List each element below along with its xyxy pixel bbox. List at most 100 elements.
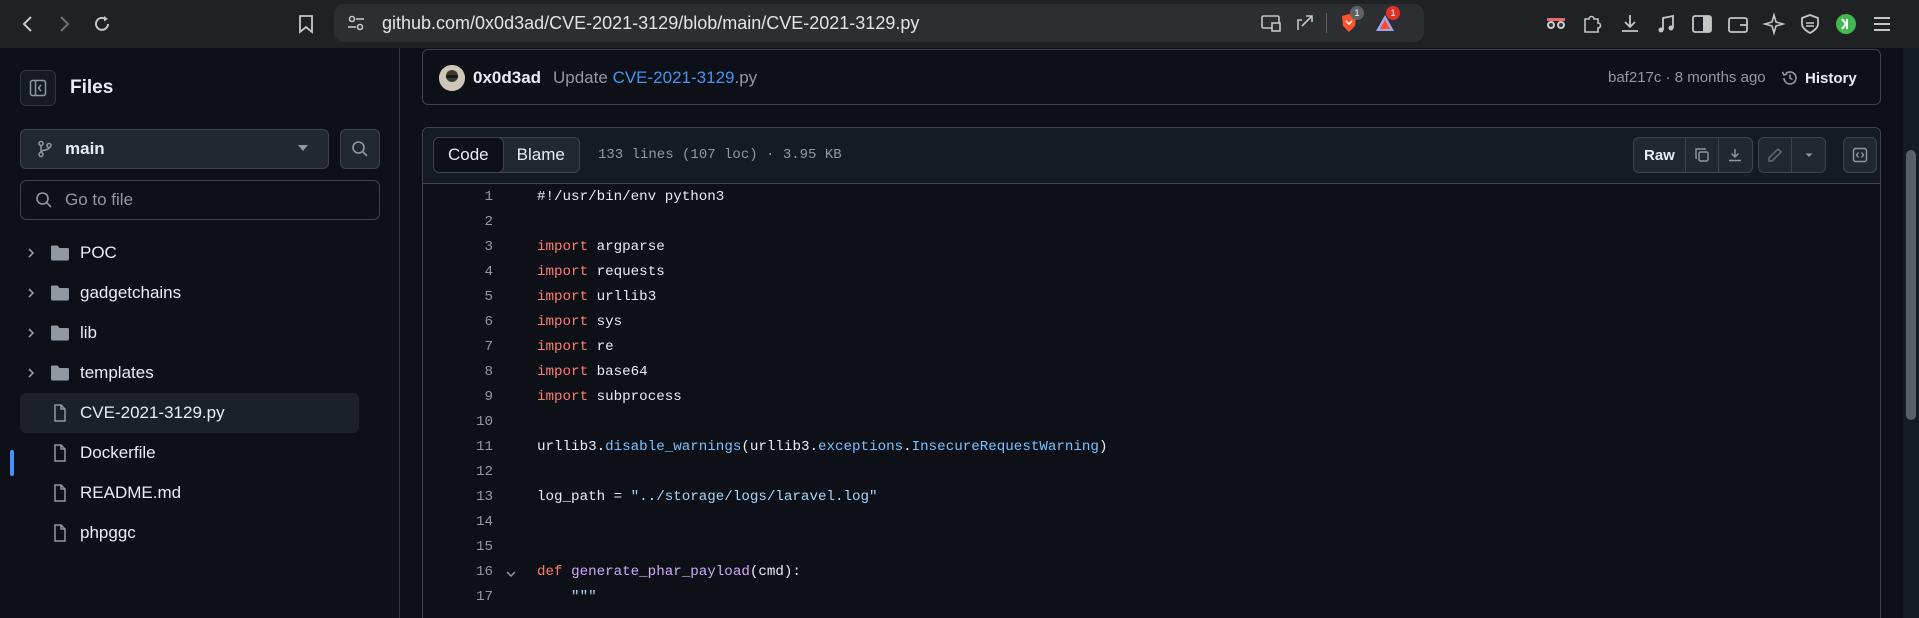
chevron-right-icon[interactable] [24,326,38,340]
files-header: Files [20,70,113,106]
forward-icon[interactable] [50,10,78,38]
file-icon [54,524,66,542]
code-line: 13 log_path = "../storage/logs/laravel.lo… [423,485,1880,510]
branch-selector[interactable]: main [20,129,329,169]
line-number[interactable]: 3 [423,235,493,260]
tree-item-lib[interactable]: lib [0,313,399,353]
code-text: #!/usr/bin/env python3 [537,189,725,205]
sidebar-toggle-icon[interactable] [1690,12,1714,36]
line-number[interactable]: 4 [423,260,493,285]
line-number[interactable]: 17 [423,585,493,610]
go-to-file-input[interactable] [65,190,365,210]
module-name: argparse [596,239,665,255]
commit-time: 8 months ago [1674,69,1766,86]
line-number[interactable]: 2 [423,210,493,235]
profile-avatar[interactable] [1834,12,1858,36]
line-number[interactable]: 11 [423,435,493,460]
search-files-button[interactable] [340,129,380,169]
folder-icon [51,365,69,381]
back-icon[interactable] [14,10,42,38]
reload-icon[interactable] [88,10,116,38]
cast-icon[interactable] [1260,12,1282,34]
line-number[interactable]: 5 [423,285,493,310]
tree-item-label: lib [80,323,98,342]
tree-item-templates[interactable]: templates [0,353,399,393]
extensions-puzzle-icon[interactable] [1580,12,1604,36]
code-text: log_path = [537,489,631,505]
edit-file-button[interactable] [1759,138,1792,172]
edit-dropdown-button[interactable] [1792,138,1825,172]
line-number[interactable]: 16 [423,560,493,585]
file-tree-sidebar: Files main POC gadgetchains lib [0,48,400,618]
tree-item-label: Dockerfile [80,443,156,462]
tree-item-poc[interactable]: POC [0,233,399,273]
chevron-right-icon[interactable] [24,366,38,380]
file-header: Code Blame 133 lines (107 loc) · 3.95 KB… [423,128,1880,184]
tree-item-dockerfile[interactable]: Dockerfile [0,433,399,473]
browser-toolbar: github.com/0x0d3ad/CVE-2021-3129/blob/ma… [0,0,1919,48]
extension-glasses-icon[interactable] [1544,12,1568,36]
share-icon[interactable] [1294,12,1316,34]
line-number[interactable]: 9 [423,385,493,410]
keyword: import [537,364,589,380]
leo-ai-icon[interactable] [1762,12,1786,36]
commit-sha[interactable]: baf217c [1608,69,1661,86]
fold-chevron-down-icon[interactable] [505,568,517,580]
tree-item-cve-2021-3129-py[interactable]: CVE-2021-3129.py [20,393,359,433]
commit-message-suffix: .py [734,68,758,87]
tree-item-readme[interactable]: README.md [0,473,399,513]
code-line: 16 def generate_phar_payload(cmd): [423,560,1880,585]
chevron-right-icon[interactable] [24,286,38,300]
line-number[interactable]: 1 [423,185,493,210]
page-scrollbar-thumb[interactable] [1906,150,1916,420]
line-number[interactable]: 6 [423,310,493,335]
collapse-sidebar-button[interactable] [20,70,56,106]
line-number[interactable]: 14 [423,510,493,535]
code-line: 3 import argparse [423,235,1880,260]
url-text[interactable]: github.com/0x0d3ad/CVE-2021-3129/blob/ma… [382,13,919,34]
menu-icon[interactable] [1870,12,1894,36]
line-number[interactable]: 8 [423,360,493,385]
site-settings-icon[interactable] [346,13,366,33]
wallet-icon[interactable] [1726,12,1750,36]
module-name: re [596,339,614,355]
author-avatar[interactable] [439,65,465,91]
line-number[interactable]: 13 [423,485,493,510]
go-to-file-field[interactable] [20,180,380,220]
line-content: import re [537,335,614,360]
music-icon[interactable] [1654,12,1678,36]
raw-button[interactable]: Raw [1634,138,1686,172]
commit-author[interactable]: 0x0d3ad [473,68,541,88]
file-viewer: Code Blame 133 lines (107 loc) · 3.95 KB… [422,127,1881,618]
code-line: 7 import re [423,335,1880,360]
keyword: import [537,239,589,255]
history-button[interactable]: History [1781,64,1857,92]
tree-item-phpggc[interactable]: phpggc [0,513,399,553]
tab-code[interactable]: Code [433,138,504,172]
line-content: log_path = "../storage/logs/laravel.log" [537,485,878,510]
bookmark-icon[interactable] [292,10,320,38]
code-line: 10 [423,410,1880,435]
line-number[interactable]: 12 [423,460,493,485]
rewards-count-badge: 1 [1386,6,1400,20]
address-bar[interactable]: github.com/0x0d3ad/CVE-2021-3129/blob/ma… [334,4,1424,42]
keyword: import [537,389,589,405]
download-icon[interactable] [1618,12,1642,36]
code-line: 11 urllib3.disable_warnings(urllib3.excep… [423,435,1880,460]
triangle-down-icon [1805,153,1812,157]
copy-raw-button[interactable] [1686,138,1719,172]
download-raw-button[interactable] [1719,138,1752,172]
line-number[interactable]: 10 [423,410,493,435]
chevron-right-icon[interactable] [24,246,38,260]
vpn-shield-icon[interactable] [1798,12,1822,36]
symbols-button[interactable] [1843,137,1877,173]
code-line: 12 [423,460,1880,485]
tree-item-gadgetchains[interactable]: gadgetchains [0,273,399,313]
line-number[interactable]: 15 [423,535,493,560]
line-number[interactable]: 7 [423,335,493,360]
file-icon [54,444,66,462]
download-icon [1729,149,1742,162]
commit-message-link[interactable]: CVE-2021-3129 [613,68,735,87]
file-actions-group: Raw [1633,137,1753,173]
tab-blame[interactable]: Blame [503,138,579,172]
